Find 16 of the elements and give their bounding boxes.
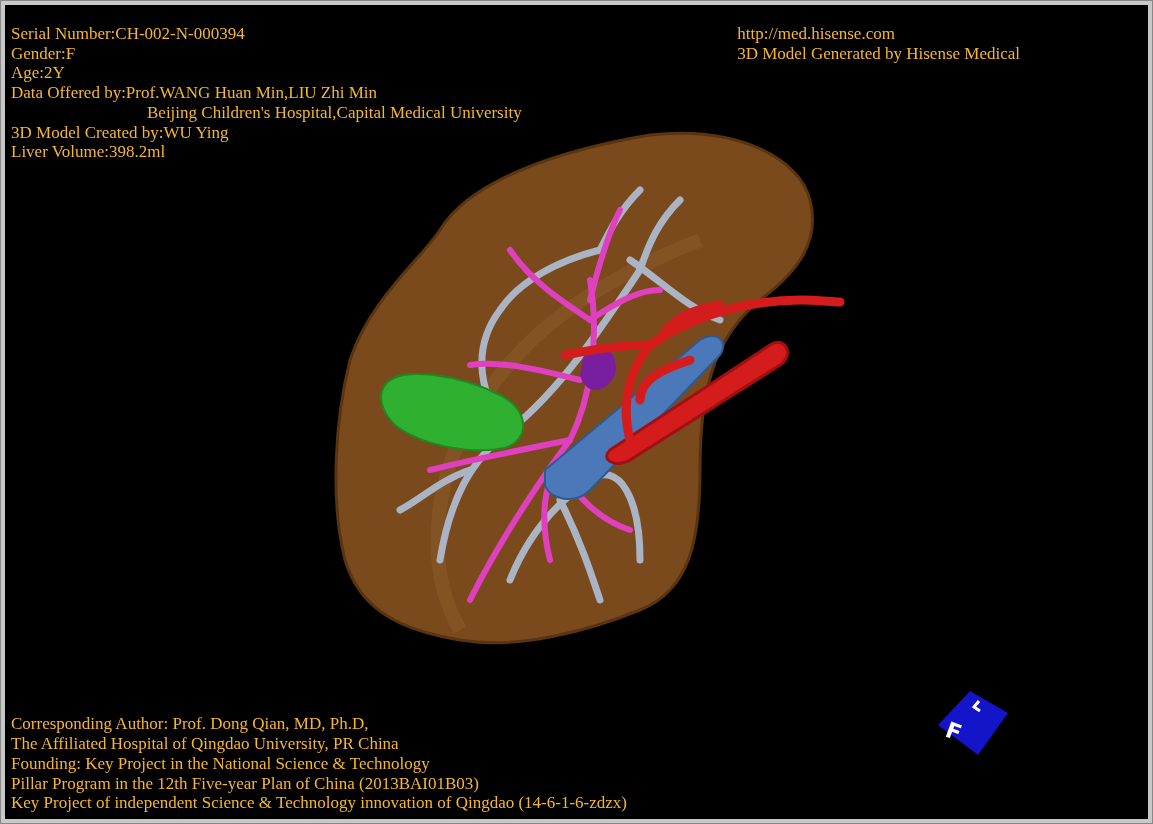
patient-info-text: Serial Number:CH-002-N-000394	[11, 24, 246, 44]
credit-text: 3D Model Generated by Hisense Medical	[737, 43, 1020, 64]
patient-info-text: Data Offered by:Prof.WANG Huan Min,LIU Zhi Min	[11, 83, 379, 103]
cube-face-label: F	[942, 719, 965, 745]
patient-info-text: Liver Volume:398.2ml	[11, 142, 167, 162]
footer-credit-text: Pillar Program in the 12th Five-year Plan of China (2013BAI01B03)	[11, 773, 480, 794]
patient-info-text: Beijing Children's Hospital,Capital Medical University	[146, 102, 522, 123]
footer-credit-text: Key Project of independent Science & Technology innovation of Qingdao (14-6-1-6-zdzx)	[11, 793, 627, 813]
footer-credit-text: Founding: Key Project in the National Science & Technology	[11, 753, 431, 774]
patient-info-text: 3D Model Created by:WU Ying	[11, 122, 230, 143]
patient-info-text: Age:2Y	[11, 63, 66, 84]
footer-credit-text: The Affiliated Hospital of Qingdao University, PR China	[11, 734, 400, 754]
patient-info-text: Gender:F	[11, 43, 77, 64]
credit-text: http://med.hisense.com	[737, 24, 896, 44]
footer-credit-text: Corresponding Author: Prof. Dong Qian, MD, Ph.D,	[11, 714, 370, 735]
orientation-cube[interactable]: F	[932, 683, 1012, 763]
